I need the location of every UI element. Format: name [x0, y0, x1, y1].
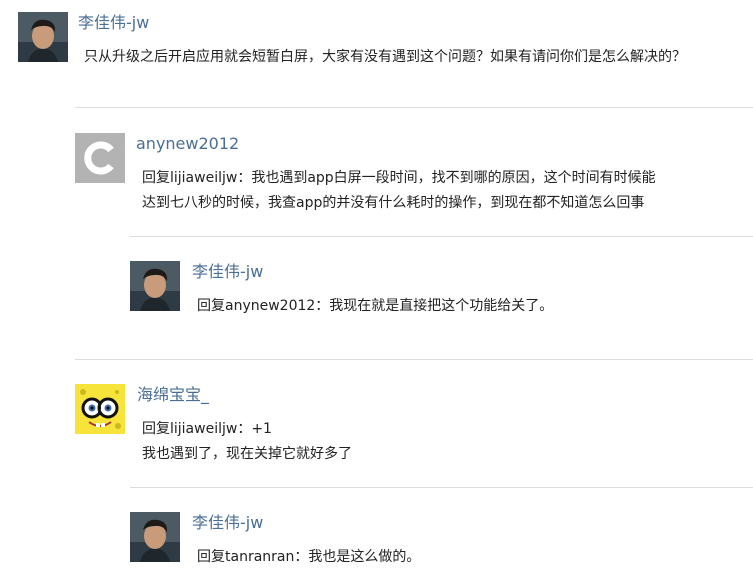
comment-divider — [130, 236, 753, 237]
comment-text: 只从升级之后开启应用就会短暂白屏，大家有没有遇到这个问题？如果有请问你们是怎么解… — [84, 45, 686, 70]
comment-author-name[interactable]: 李佳伟-jw — [192, 512, 263, 534]
comment-text-line: 回复lijiaweiljw：我也遇到app白屏一段时间，找不到哪的原因，这个时间… — [142, 170, 656, 186]
user-photo-avatar[interactable] — [18, 12, 68, 62]
comment-text: 回复lijiaweiljw：+1 我也遇到了，现在关掉它就好多了 — [142, 417, 352, 467]
spongebob-avatar[interactable] — [75, 384, 125, 434]
comment-author-name[interactable]: 海绵宝宝_ — [137, 384, 209, 406]
comment-reply-nested: 李佳伟-jw 回复tanranran：我也是这么做的。 — [130, 512, 753, 567]
comment-author-name[interactable]: 李佳伟-jw — [78, 12, 149, 34]
comment-text: 回复lijiaweiljw：我也遇到app白屏一段时间，找不到哪的原因，这个时间… — [142, 166, 656, 216]
user-photo-avatar[interactable] — [130, 512, 180, 562]
comment-text: 回复tanranran：我也是这么做的。 — [197, 545, 420, 570]
comment-reply: anynew2012 回复lijiaweiljw：我也遇到app白屏一段时间，找… — [75, 133, 753, 213]
comment-divider — [75, 107, 753, 108]
user-photo-avatar[interactable] — [130, 261, 180, 311]
comment-author-name[interactable]: anynew2012 — [136, 133, 239, 155]
comment-reply-nested: 李佳伟-jw 回复anynew2012：我现在就是直接把这个功能给关了。 — [130, 261, 753, 316]
comment-author-name[interactable]: 李佳伟-jw — [192, 261, 263, 283]
letter-c-avatar[interactable] — [75, 133, 125, 183]
comment-text-line: 达到七八秒的时候，我查app的并没有什么耗时的操作，到现在都不知道怎么回事 — [142, 195, 645, 211]
comment-reply: 海绵宝宝_ 回复lijiaweiljw：+1 我也遇到了，现在关掉它就好多了 — [75, 384, 753, 469]
comment-text-line: 只从升级之后开启应用就会短暂白屏，大家有没有遇到这个问题？如果有请问你们是怎么解… — [84, 49, 686, 65]
comment-text-line: 回复lijiaweiljw：+1 — [142, 421, 272, 437]
comment-text: 回复anynew2012：我现在就是直接把这个功能给关了。 — [197, 294, 553, 319]
comment-divider — [130, 487, 753, 488]
comment-divider — [75, 359, 753, 360]
comment-text-line: 回复anynew2012：我现在就是直接把这个功能给关了。 — [197, 298, 554, 314]
comment-text-line: 我也遇到了，现在关掉它就好多了 — [142, 446, 352, 462]
comment-thread-root: 李佳伟-jw 只从升级之后开启应用就会短暂白屏，大家有没有遇到这个问题？如果有请… — [18, 12, 753, 72]
comment-text-line: 回复tanranran：我也是这么做的。 — [197, 549, 421, 565]
